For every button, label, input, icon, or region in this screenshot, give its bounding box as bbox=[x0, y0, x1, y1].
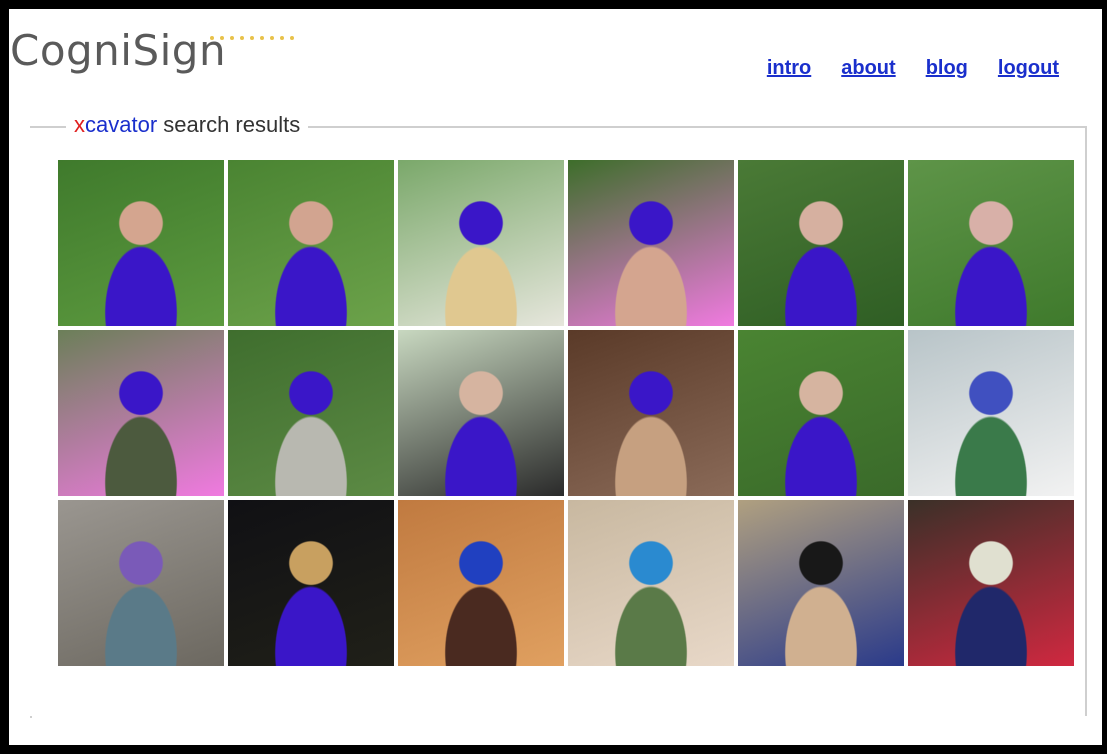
result-thumbnail[interactable] bbox=[568, 330, 734, 496]
nav-link-intro[interactable]: intro bbox=[767, 57, 811, 80]
top-nav: intro about blog logout bbox=[767, 57, 1059, 80]
result-thumbnail[interactable] bbox=[908, 500, 1074, 666]
result-thumbnail[interactable] bbox=[228, 160, 394, 326]
result-thumbnail[interactable] bbox=[908, 330, 1074, 496]
result-thumbnail[interactable] bbox=[568, 160, 734, 326]
title-brand: cavator bbox=[85, 112, 158, 137]
result-thumbnail[interactable] bbox=[738, 500, 904, 666]
nav-link-logout[interactable]: logout bbox=[998, 57, 1059, 80]
result-thumbnail[interactable] bbox=[58, 160, 224, 326]
result-thumbnail[interactable] bbox=[58, 500, 224, 666]
result-thumbnail[interactable] bbox=[738, 330, 904, 496]
result-thumbnail[interactable] bbox=[398, 160, 564, 326]
nav-link-blog[interactable]: blog bbox=[926, 57, 968, 80]
thumbnail-grid bbox=[58, 160, 1082, 670]
search-results-title: xcavator search results bbox=[66, 108, 309, 142]
cognisign-logo[interactable]: CogniSign bbox=[10, 26, 294, 76]
result-thumbnail[interactable] bbox=[58, 330, 224, 496]
result-thumbnail[interactable] bbox=[228, 500, 394, 666]
panel-corner-mark bbox=[30, 716, 32, 718]
result-thumbnail[interactable] bbox=[398, 500, 564, 666]
logo-dots bbox=[210, 36, 294, 40]
result-thumbnail[interactable] bbox=[908, 160, 1074, 326]
result-thumbnail[interactable] bbox=[398, 330, 564, 496]
result-thumbnail[interactable] bbox=[738, 160, 904, 326]
thumbnail-row bbox=[58, 160, 1082, 326]
thumbnail-row bbox=[58, 500, 1082, 666]
title-rest: search results bbox=[157, 112, 301, 137]
title-x: x bbox=[74, 112, 85, 137]
logo-text: CogniSign bbox=[10, 26, 227, 75]
nav-link-about[interactable]: about bbox=[841, 57, 895, 80]
result-thumbnail[interactable] bbox=[568, 500, 734, 666]
result-thumbnail[interactable] bbox=[228, 330, 394, 496]
thumbnail-row bbox=[58, 330, 1082, 496]
